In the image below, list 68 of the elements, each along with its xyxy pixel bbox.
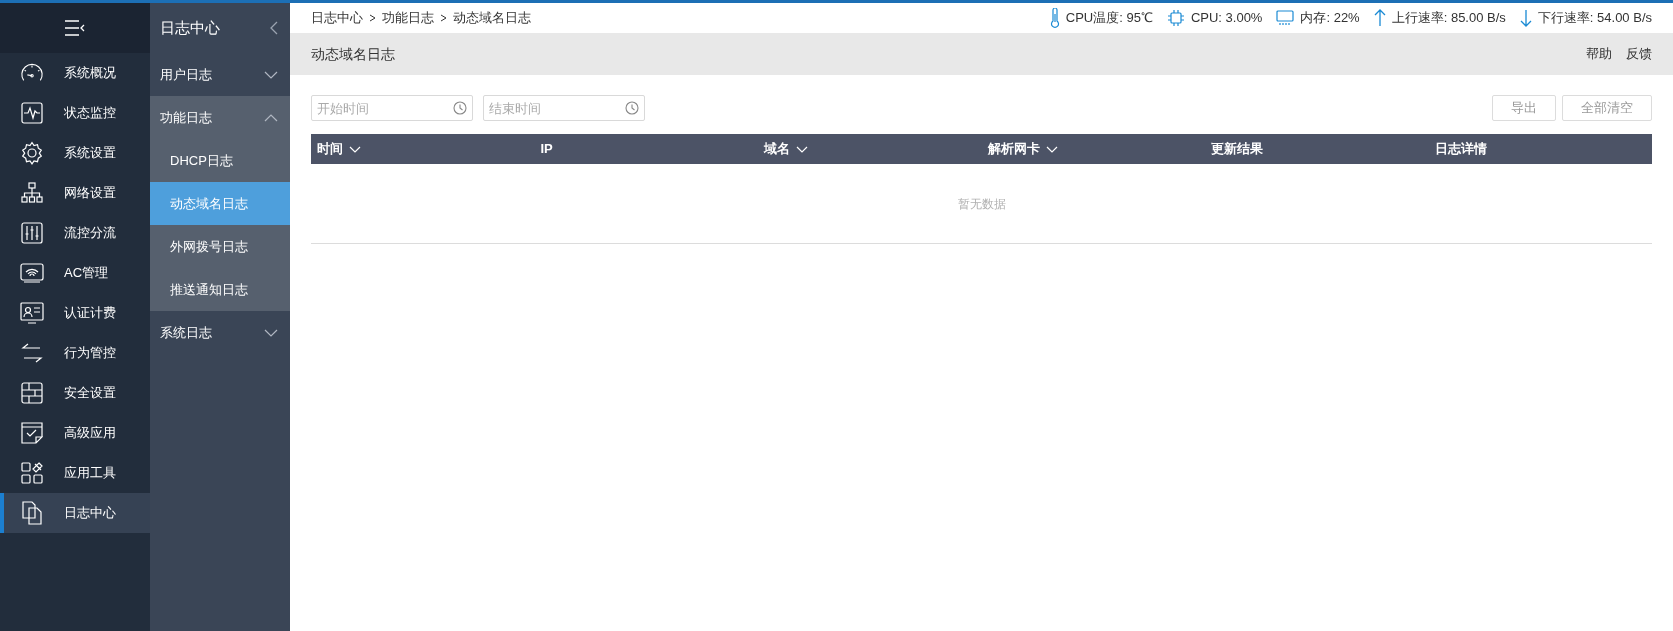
column-header[interactable]: 时间 [317,139,343,159]
sort-chevron-icon[interactable] [1045,145,1058,153]
header-link[interactable]: 反馈 [1626,44,1652,64]
breadcrumb-item[interactable]: 功能日志 [382,8,434,28]
documents-icon [22,501,42,525]
nav-item[interactable]: 流控分流 [0,213,150,253]
empty-message: 暂无数据 [957,195,1006,213]
sliders-icon [21,222,43,244]
settings-icon [20,141,44,165]
status-reading: 下行速率: 54.00 B/s [1537,9,1652,28]
submenu-item[interactable]: 外网拨号日志 [150,225,290,268]
clock-icon [625,101,639,115]
dashboard-gauge-icon [20,62,44,84]
column-header[interactable]: 域名 [764,139,790,159]
status-reading: CPU温度: 95℃ [1065,9,1153,28]
checked-note-icon [21,422,43,444]
header-link[interactable]: 帮助 [1586,44,1612,64]
breadcrumb-item: 动态域名日志 [453,9,531,28]
nav-item[interactable]: 系统设置 [0,133,150,173]
pulse-monitor-icon [21,102,43,124]
swap-arrows-icon [20,342,44,364]
page-title: 动态域名日志 [311,44,395,64]
submenu-item[interactable]: DHCP日志 [150,139,290,182]
nav-item[interactable]: AC管理 [0,253,150,293]
breadcrumb-item[interactable]: 日志中心 [311,8,363,28]
arrow-down-icon [1519,9,1532,27]
time-field[interactable]: 结束时间 [483,95,645,121]
breadcrumb-separator-icon [369,14,376,22]
nav-item[interactable]: 网络设置 [0,173,150,213]
collapse-chevron-icon[interactable] [270,21,278,35]
time-field[interactable]: 开始时间 [311,95,473,121]
nav-item[interactable]: 状态监控 [0,93,150,133]
status-reading: CPU: 3.00% [1190,9,1263,28]
column-header[interactable]: 解析网卡 [987,139,1040,159]
wifi-screen-icon [20,263,44,283]
status-reading: 上行速率: 85.00 B/s [1391,9,1506,28]
tools-grid-icon [21,462,43,484]
sort-chevron-icon[interactable] [349,145,361,153]
nav-item[interactable]: 认证计费 [0,293,150,333]
clock-icon [453,101,467,115]
nav-item[interactable]: 行为管控 [0,333,150,373]
menu-group[interactable]: 功能日志 [150,96,290,139]
sidebar-title: 日志中心 [160,17,220,38]
nav-item[interactable]: 高级应用 [0,413,150,453]
nav-item[interactable]: 日志中心 [0,493,150,533]
menu-group[interactable]: 用户日志 [150,53,290,96]
network-tree-icon [21,182,43,204]
menu-collapse-icon[interactable] [64,20,86,36]
thermometer-icon [1049,8,1060,28]
nav-item[interactable]: 应用工具 [0,453,150,493]
sort-chevron-icon[interactable] [796,145,808,153]
column-header: IP [540,140,553,159]
brick-wall-icon [21,382,43,404]
nav-item[interactable]: 安全设置 [0,373,150,413]
nav-item[interactable]: 系统概况 [0,53,150,93]
arrow-up-icon [1373,9,1386,27]
chevron-down-icon [264,328,278,337]
chevron-up-icon [264,113,278,122]
chevron-down-icon [264,70,278,79]
column-header: 日志详情 [1434,140,1487,159]
monitor-icon [1276,10,1295,26]
breadcrumb-separator-icon [440,14,447,22]
column-header: 更新结果 [1211,140,1263,159]
menu-group[interactable]: 系统日志 [150,311,290,354]
status-reading: 内存: 22% [1300,9,1360,28]
id-card-icon [20,302,44,324]
chip-icon [1166,9,1185,27]
submenu-item[interactable]: 推送通知日志 [150,268,290,311]
